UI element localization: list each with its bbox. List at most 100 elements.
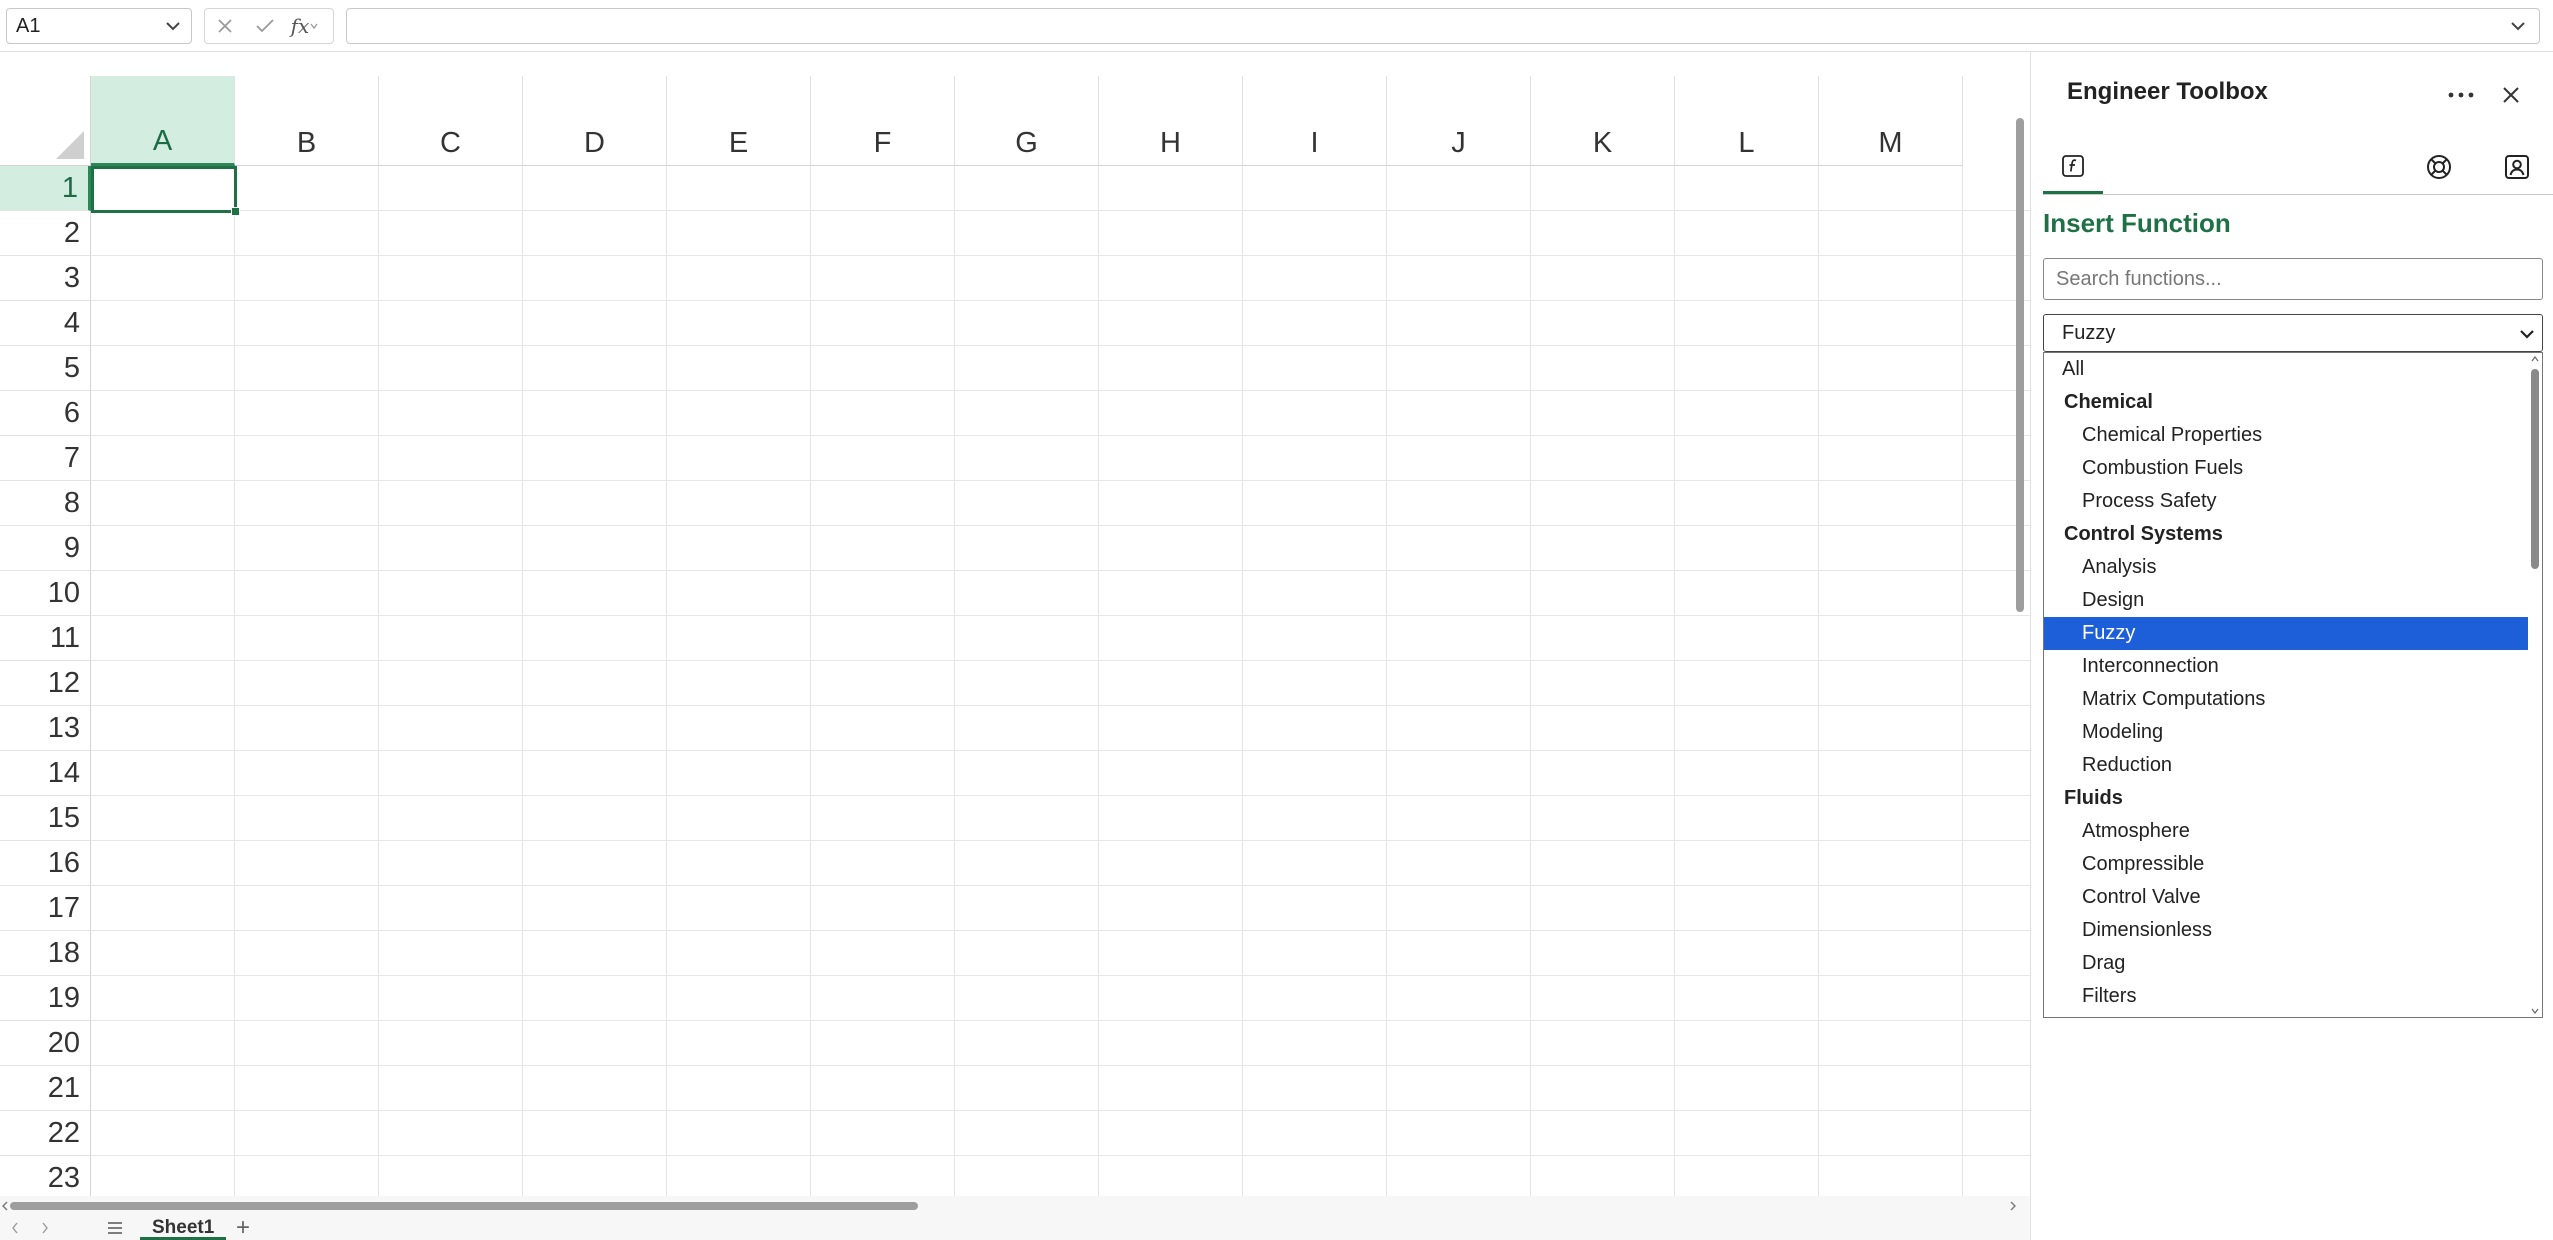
scroll-right-icon[interactable]: [2008, 1200, 2018, 1212]
row-header[interactable]: 17: [0, 886, 91, 931]
all-sheets-menu-icon[interactable]: [100, 1216, 130, 1240]
row-header[interactable]: 14: [0, 751, 91, 796]
row-header[interactable]: 5: [0, 346, 91, 391]
select-all-icon: [56, 131, 84, 159]
row-header[interactable]: 11: [0, 616, 91, 661]
tab-help[interactable]: [2409, 140, 2469, 194]
row-header[interactable]: 10: [0, 571, 91, 616]
row-header[interactable]: 13: [0, 706, 91, 751]
list-item[interactable]: Reduction: [2044, 749, 2542, 782]
next-sheet-icon[interactable]: [30, 1216, 60, 1240]
list-item[interactable]: Control Valve: [2044, 881, 2542, 914]
list-item[interactable]: Atmosphere: [2044, 815, 2542, 848]
list-item[interactable]: Modeling: [2044, 716, 2542, 749]
horizontal-scroll-thumb[interactable]: [10, 1202, 918, 1210]
active-cell-a1[interactable]: [91, 166, 240, 216]
column-header-d[interactable]: D: [523, 76, 667, 166]
previous-sheet-icon[interactable]: [0, 1216, 30, 1240]
scroll-left-icon[interactable]: [0, 1200, 10, 1212]
list-item[interactable]: Process Safety: [2044, 485, 2542, 518]
sheet-bar: Sheet1 +: [0, 1196, 2030, 1240]
row-header[interactable]: 22: [0, 1111, 91, 1156]
list-item[interactable]: Chemical Properties: [2044, 419, 2542, 452]
row-header[interactable]: 21: [0, 1066, 91, 1111]
vertical-scroll-thumb[interactable]: [2016, 118, 2024, 612]
list-item[interactable]: Filters: [2044, 980, 2542, 1013]
column-header-f[interactable]: F: [811, 76, 955, 166]
add-sheet-button[interactable]: +: [236, 1214, 250, 1240]
list-item[interactable]: Analysis: [2044, 551, 2542, 584]
insert-function-button[interactable]: fx: [285, 8, 325, 44]
cell-area[interactable]: [91, 166, 2030, 1196]
listbox-scrollbar[interactable]: [2528, 353, 2542, 1017]
more-options-button[interactable]: [2441, 80, 2481, 110]
vertical-scrollbar[interactable]: [2013, 112, 2027, 1196]
column-header-i[interactable]: I: [1243, 76, 1387, 166]
fx-label: fx: [290, 14, 310, 38]
row-header[interactable]: 1: [0, 166, 91, 211]
expand-formula-icon[interactable]: [2509, 17, 2527, 35]
fill-handle[interactable]: [231, 207, 240, 216]
row-header[interactable]: 12: [0, 661, 91, 706]
scroll-up-icon[interactable]: [2531, 355, 2539, 363]
close-icon: [2503, 87, 2519, 103]
row-header[interactable]: 15: [0, 796, 91, 841]
cancel-icon[interactable]: [205, 8, 245, 44]
tab-account[interactable]: [2487, 140, 2547, 194]
horizontal-scrollbar[interactable]: [0, 1196, 2020, 1216]
chevron-down-icon: [310, 23, 318, 30]
row-header[interactable]: 20: [0, 1021, 91, 1066]
list-item[interactable]: Combustion Fuels: [2044, 452, 2542, 485]
column-header-e[interactable]: E: [667, 76, 811, 166]
list-item[interactable]: Dimensionless: [2044, 914, 2542, 947]
row-header[interactable]: 3: [0, 256, 91, 301]
column-header-a[interactable]: A: [91, 76, 235, 166]
row-header[interactable]: 19: [0, 976, 91, 1021]
spreadsheet-grid: A B C D E F G H I J K L M 1 2 3 4 5 6 7 …: [0, 52, 2030, 1196]
list-group-fluids: Fluids: [2064, 787, 2123, 809]
name-box-value: A1: [16, 14, 41, 37]
close-pane-button[interactable]: [2493, 80, 2529, 110]
scroll-down-icon[interactable]: [2531, 1007, 2539, 1015]
formula-input[interactable]: [346, 8, 2540, 44]
category-select[interactable]: Fuzzy: [2043, 314, 2543, 352]
tab-insert-function[interactable]: [2043, 140, 2103, 194]
column-header-k[interactable]: K: [1531, 76, 1675, 166]
list-item[interactable]: Design: [2044, 584, 2542, 617]
contact-icon: [2505, 155, 2529, 179]
row-header[interactable]: 8: [0, 481, 91, 526]
list-item-selected[interactable]: Fuzzy: [2044, 617, 2528, 650]
column-header-b[interactable]: B: [235, 76, 379, 166]
list-item-all[interactable]: All: [2044, 353, 2542, 386]
row-header[interactable]: 4: [0, 301, 91, 346]
row-header[interactable]: 7: [0, 436, 91, 481]
row-header[interactable]: 9: [0, 526, 91, 571]
lifebuoy-icon: [2427, 155, 2451, 179]
row-header[interactable]: 18: [0, 931, 91, 976]
column-header-l[interactable]: L: [1675, 76, 1819, 166]
row-header[interactable]: 16: [0, 841, 91, 886]
enter-icon[interactable]: [245, 8, 285, 44]
column-header-c[interactable]: C: [379, 76, 523, 166]
listbox-scroll-thumb[interactable]: [2531, 369, 2539, 569]
list-item[interactable]: Drag: [2044, 947, 2542, 980]
select-all-corner[interactable]: [0, 76, 91, 166]
name-box[interactable]: A1: [6, 8, 192, 44]
search-functions-input[interactable]: [2043, 258, 2543, 300]
column-header-g[interactable]: G: [955, 76, 1099, 166]
column-header-m[interactable]: M: [1819, 76, 1963, 166]
category-listbox[interactable]: All Chemical Chemical Properties Combust…: [2043, 352, 2543, 1018]
function-icon: [2062, 154, 2084, 177]
sheet-tab[interactable]: Sheet1: [140, 1218, 227, 1240]
pane-tabs: [2043, 140, 2553, 195]
row-header[interactable]: 2: [0, 211, 91, 256]
list-item[interactable]: Matrix Computations: [2044, 683, 2542, 716]
chevron-down-icon: [2520, 330, 2534, 339]
column-header-h[interactable]: H: [1099, 76, 1243, 166]
row-header[interactable]: 6: [0, 391, 91, 436]
list-item[interactable]: Compressible: [2044, 848, 2542, 881]
column-header-j[interactable]: J: [1387, 76, 1531, 166]
row-header[interactable]: 23: [0, 1156, 91, 1196]
list-item[interactable]: Interconnection: [2044, 650, 2542, 683]
section-title: Insert Function: [2043, 208, 2231, 238]
